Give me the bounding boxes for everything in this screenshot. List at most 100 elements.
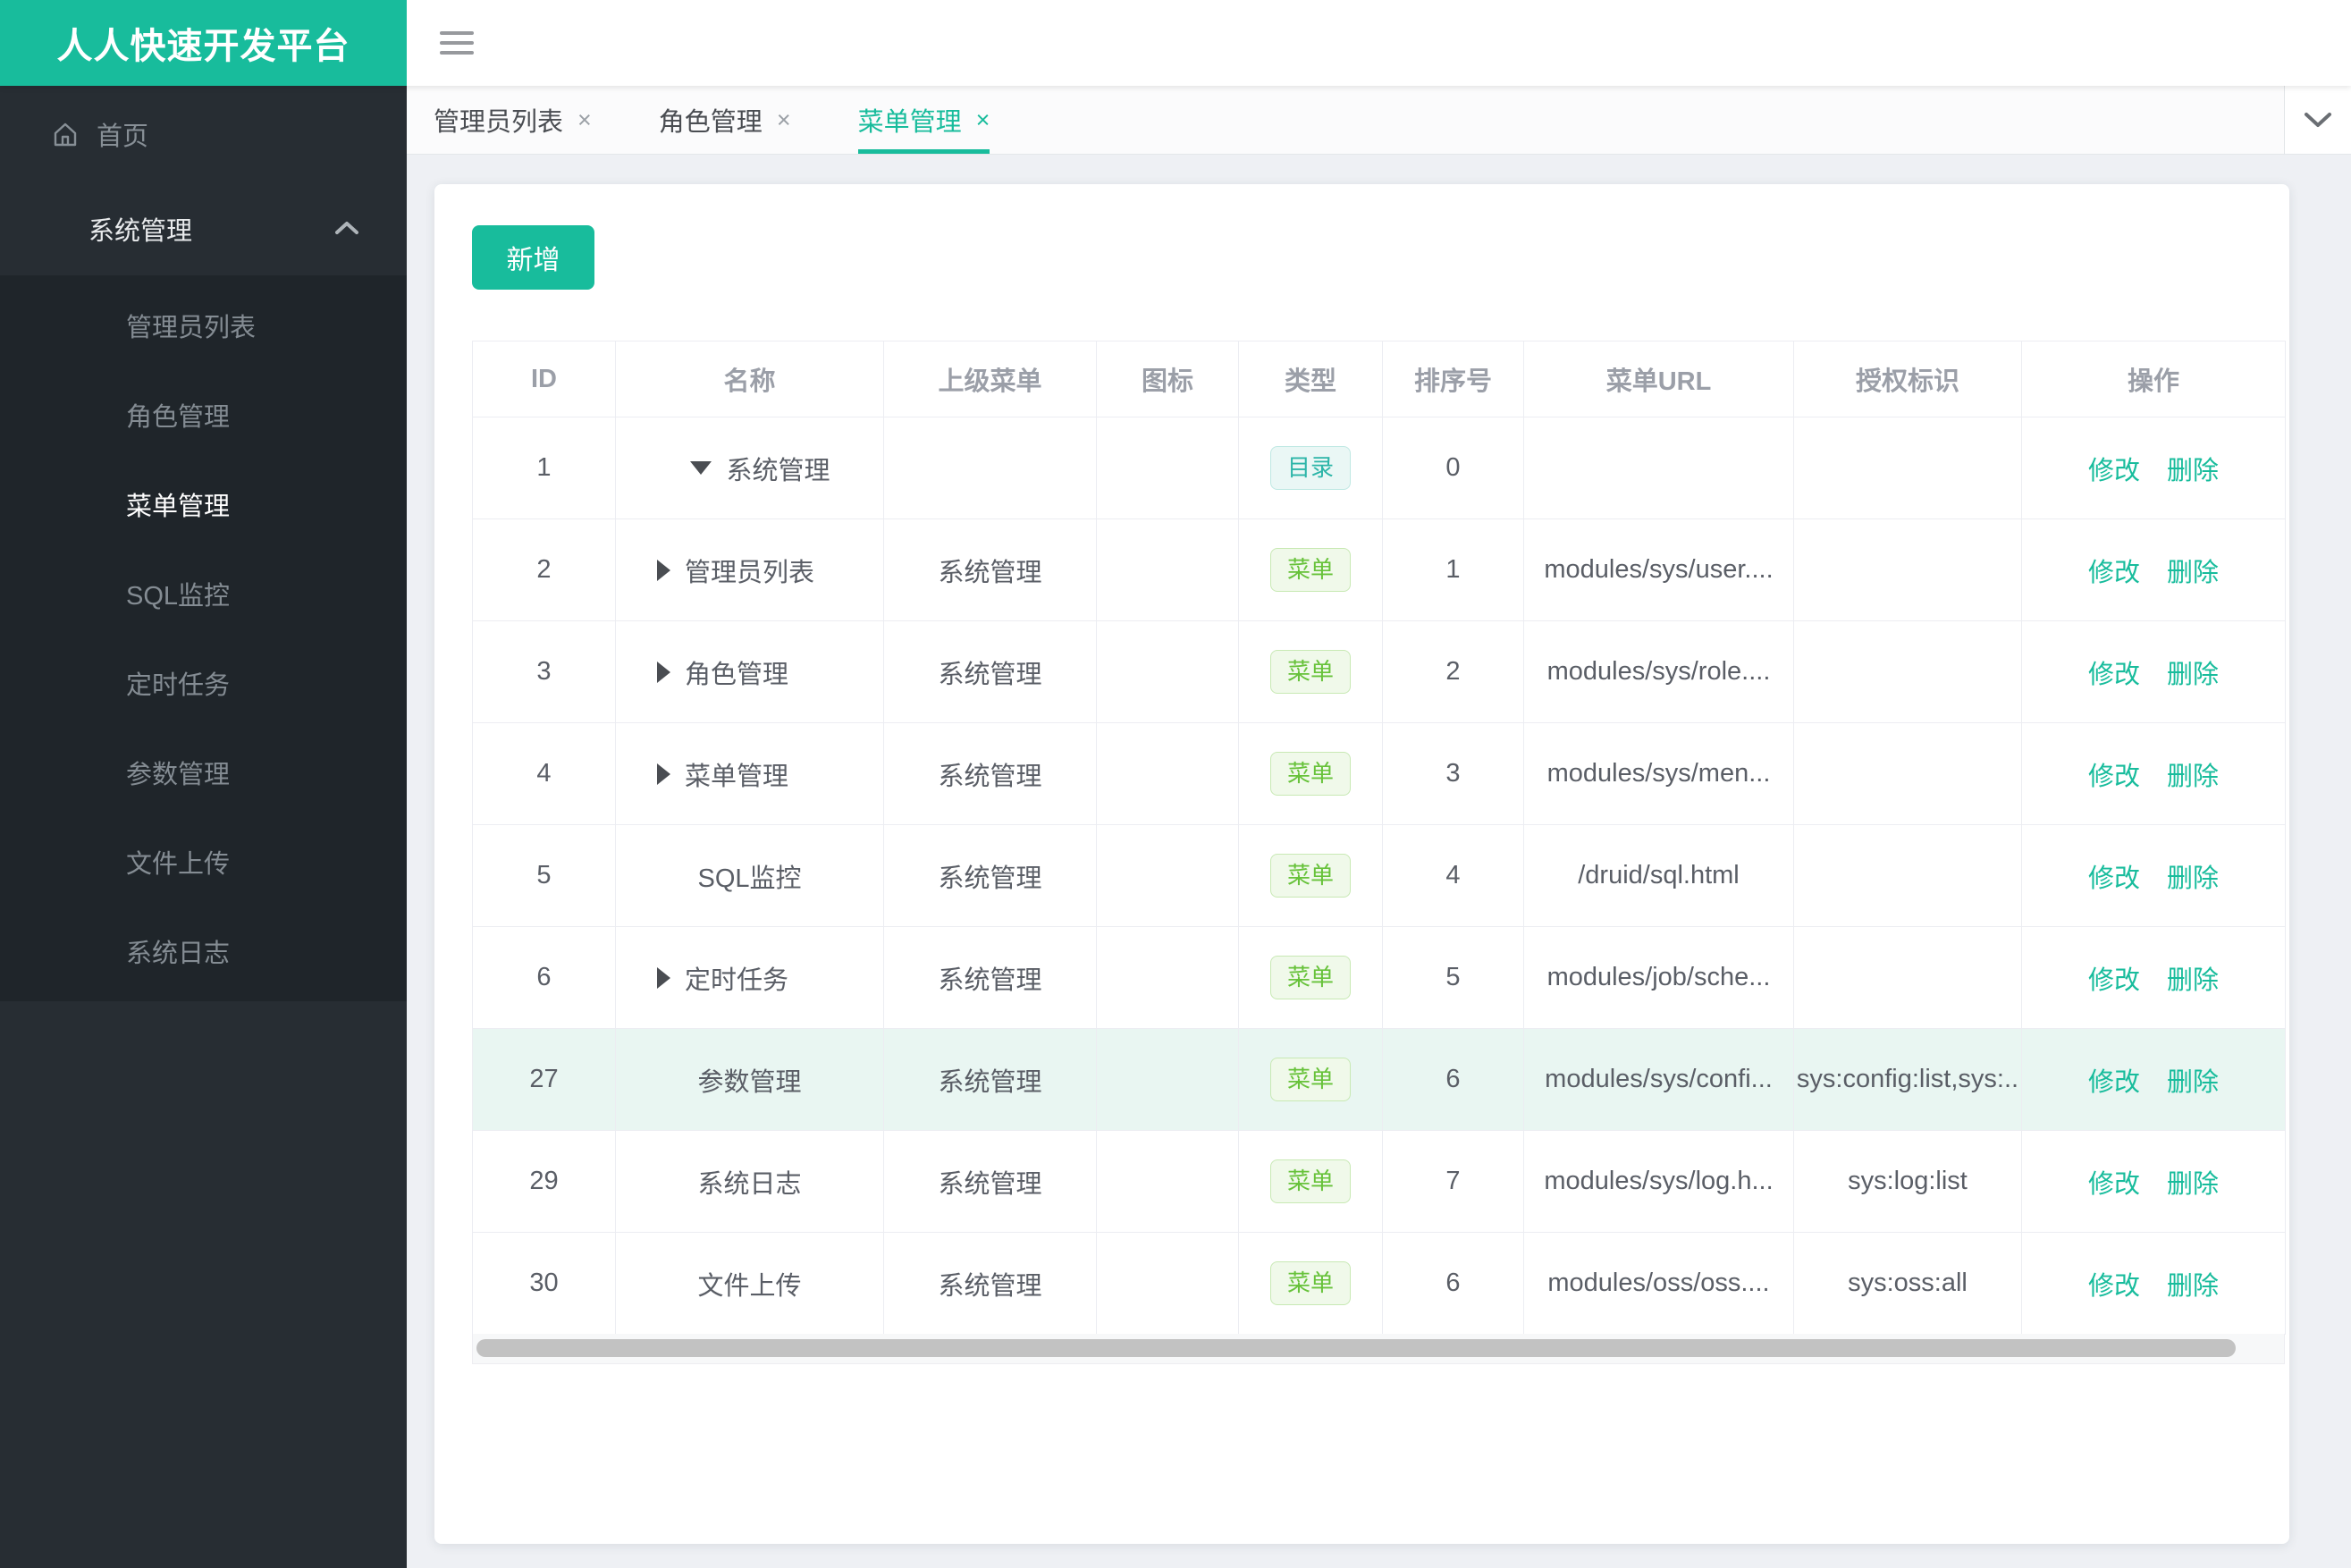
cell-perms: sys:log:list xyxy=(1793,1130,2022,1233)
cell-url: modules/job/sche... xyxy=(1523,926,1794,1029)
cell-icon xyxy=(1096,824,1239,927)
sidebar-item-sql-monitor[interactable]: SQL监控 xyxy=(0,549,407,638)
cell-id: 5 xyxy=(472,824,616,927)
edit-link[interactable]: 修改 xyxy=(2088,966,2140,995)
sidebar-item-job-schedule[interactable]: 定时任务 xyxy=(0,638,407,728)
cell-perms xyxy=(1793,620,2022,723)
cell-icon xyxy=(1096,518,1239,621)
cell-type: 菜单 xyxy=(1238,1130,1383,1233)
edit-link[interactable]: 修改 xyxy=(2088,661,2140,689)
expand-caret-icon[interactable] xyxy=(657,559,670,581)
cell-parent: 系统管理 xyxy=(883,1232,1097,1335)
edit-link[interactable]: 修改 xyxy=(2088,457,2140,485)
tab-menu-mgmt[interactable]: 菜单管理 × xyxy=(857,86,990,154)
type-badge: 菜单 xyxy=(1269,649,1351,695)
cell-icon xyxy=(1096,926,1239,1029)
cell-order: 3 xyxy=(1382,722,1524,825)
column-header: 操作 xyxy=(2021,341,2286,417)
sidebar-item-home[interactable]: 首页 xyxy=(0,86,407,182)
collapse-caret-icon[interactable] xyxy=(690,461,712,475)
edit-link[interactable]: 修改 xyxy=(2088,559,2140,587)
cell-perms xyxy=(1793,824,2022,927)
menu-name: 文件上传 xyxy=(697,1271,802,1301)
tab-label: 菜单管理 xyxy=(857,108,962,137)
sidebar-item-role-mgmt[interactable]: 角色管理 xyxy=(0,370,407,459)
expand-caret-icon[interactable] xyxy=(657,763,670,785)
delete-link[interactable]: 删除 xyxy=(2167,763,2219,791)
cell-type: 菜单 xyxy=(1238,1232,1383,1335)
tab-close-icon[interactable]: × xyxy=(577,106,592,134)
edit-link[interactable]: 修改 xyxy=(2088,1170,2140,1199)
cell-actions: 修改 删除 xyxy=(2021,926,2286,1029)
sidebar-group-system[interactable]: 系统管理 xyxy=(0,182,407,275)
cell-icon xyxy=(1096,417,1239,519)
sidebar-home-label: 首页 xyxy=(97,122,149,151)
horizontal-scrollbar[interactable] xyxy=(472,1334,2285,1364)
type-badge: 菜单 xyxy=(1269,853,1351,898)
sidebar-toggle-icon[interactable] xyxy=(440,31,474,55)
table-header-row: ID 名称 上级菜单 图标 类型 排序号 菜单URL 授权标识 操作 xyxy=(472,341,2286,417)
delete-link[interactable]: 删除 xyxy=(2167,457,2219,485)
edit-link[interactable]: 修改 xyxy=(2088,864,2140,893)
table-row: 2 管理员列表 系统管理 菜单 1 modules/sys/user.... 修改 删除 xyxy=(472,518,2286,621)
delete-link[interactable]: 删除 xyxy=(2167,559,2219,587)
cell-type: 菜单 xyxy=(1238,722,1383,825)
tab-user-list[interactable]: 管理员列表 × xyxy=(434,86,592,154)
tab-close-icon[interactable]: × xyxy=(976,106,990,134)
cell-url: modules/sys/log.h... xyxy=(1523,1130,1794,1233)
scrollbar-thumb[interactable] xyxy=(476,1339,2236,1357)
cell-type: 目录 xyxy=(1238,417,1383,519)
edit-link[interactable]: 修改 xyxy=(2088,1272,2140,1301)
sidebar-item-config-mgmt[interactable]: 参数管理 xyxy=(0,728,407,817)
tab-close-icon[interactable]: × xyxy=(777,106,791,134)
cell-parent: 系统管理 xyxy=(883,1028,1097,1131)
delete-link[interactable]: 删除 xyxy=(2167,966,2219,995)
cell-order: 5 xyxy=(1382,926,1524,1029)
add-button[interactable]: 新增 xyxy=(472,225,594,290)
sidebar: 首页 系统管理 管理员列表 角色管理 菜单管理 SQL监控 定时任务 参数管理 文件上传 系统… xyxy=(0,86,407,1568)
sidebar-item-sys-log[interactable]: 系统日志 xyxy=(0,906,407,996)
delete-link[interactable]: 删除 xyxy=(2167,1068,2219,1097)
cell-type: 菜单 xyxy=(1238,1028,1383,1131)
delete-link[interactable]: 删除 xyxy=(2167,864,2219,893)
cell-parent: 系统管理 xyxy=(883,518,1097,621)
cell-id: 27 xyxy=(472,1028,616,1131)
cell-url: modules/sys/confi... xyxy=(1523,1028,1794,1131)
delete-link[interactable]: 删除 xyxy=(2167,661,2219,689)
sidebar-item-file-upload[interactable]: 文件上传 xyxy=(0,817,407,906)
cell-url: modules/sys/user.... xyxy=(1523,518,1794,621)
main-content: 新增 ID 名称 上级菜单 图标 类型 排序号 菜单URL 授权标识 操作 1 系统管理 目录 0 修改… xyxy=(407,155,2351,1568)
cell-name: 定时任务 xyxy=(615,926,884,1029)
menu-name: SQL监控 xyxy=(697,864,802,893)
cell-perms xyxy=(1793,417,2022,519)
cell-type: 菜单 xyxy=(1238,824,1383,927)
edit-link[interactable]: 修改 xyxy=(2088,1068,2140,1097)
menu-name: 定时任务 xyxy=(685,965,789,995)
tab-overflow-button[interactable] xyxy=(2284,86,2351,154)
cell-id: 6 xyxy=(472,926,616,1029)
expand-caret-icon[interactable] xyxy=(657,966,670,989)
cell-actions: 修改 删除 xyxy=(2021,417,2286,519)
column-header: 图标 xyxy=(1096,341,1239,417)
delete-link[interactable]: 删除 xyxy=(2167,1272,2219,1301)
cell-url: modules/oss/oss.... xyxy=(1523,1232,1794,1335)
cell-perms xyxy=(1793,518,2022,621)
tab-label: 管理员列表 xyxy=(434,108,564,137)
cell-type: 菜单 xyxy=(1238,518,1383,621)
column-header: 上级菜单 xyxy=(883,341,1097,417)
tab-role-mgmt[interactable]: 角色管理 × xyxy=(659,86,791,154)
top-header: 人人快速开发平台 new 官方社区 hot Git源码 xyxy=(0,0,2351,86)
delete-link[interactable]: 删除 xyxy=(2167,1170,2219,1199)
edit-link[interactable]: 修改 xyxy=(2088,763,2140,791)
cell-order: 0 xyxy=(1382,417,1524,519)
type-badge: 菜单 xyxy=(1269,751,1351,797)
expand-caret-icon[interactable] xyxy=(657,661,670,683)
sidebar-item-menu-mgmt[interactable]: 菜单管理 xyxy=(0,459,407,549)
cell-actions: 修改 删除 xyxy=(2021,518,2286,621)
sidebar-item-user-list[interactable]: 管理员列表 xyxy=(0,281,407,370)
cell-perms xyxy=(1793,926,2022,1029)
cell-actions: 修改 删除 xyxy=(2021,1130,2286,1233)
cell-actions: 修改 删除 xyxy=(2021,1028,2286,1131)
column-header: ID xyxy=(472,341,616,417)
cell-name: 菜单管理 xyxy=(615,722,884,825)
